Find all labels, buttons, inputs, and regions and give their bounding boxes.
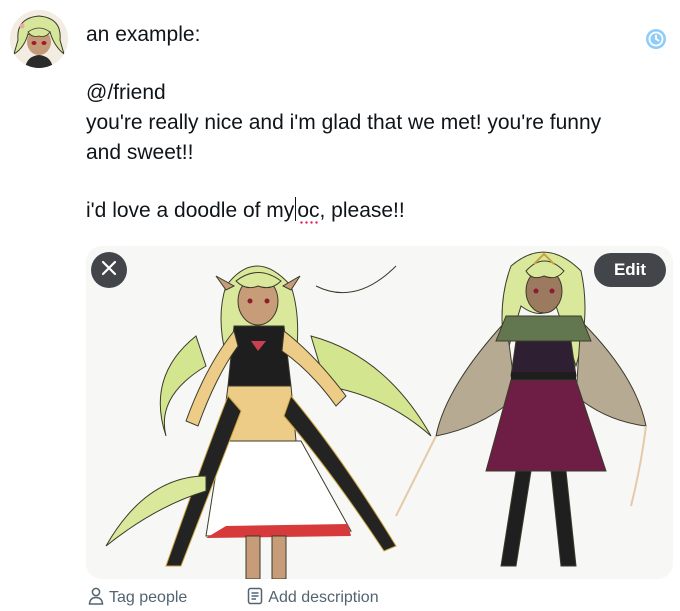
tag-people-label: Tag people [109,589,188,606]
add-description-button[interactable]: Add description [247,587,379,610]
person-icon [88,587,109,610]
document-icon [247,587,268,610]
compose-line: i'd love a doodle of my oc, please!! [86,196,666,226]
misspelled-word[interactable]: oc [297,199,319,222]
compose-line: and sweet!! [86,141,194,164]
add-description-label: Add description [268,589,379,606]
edit-media-button[interactable]: Edit [594,253,666,287]
remove-media-button[interactable] [91,252,127,288]
compose-line: an example: [86,23,201,46]
tag-people-button[interactable]: Tag people [88,587,187,610]
compose-text: i'd love a doodle of my [86,199,295,222]
compose-line: @/friend [86,81,166,104]
attached-image[interactable] [86,246,673,579]
compose-line: you're really nice and i'm glad that we … [86,111,602,134]
tweet-compose-textarea[interactable]: an example: @/friend you're really nice … [86,20,666,226]
media-actions: Tag people Add description [88,586,379,610]
compose-text: , please!! [319,199,405,222]
close-icon [101,260,117,281]
avatar[interactable] [10,10,68,68]
